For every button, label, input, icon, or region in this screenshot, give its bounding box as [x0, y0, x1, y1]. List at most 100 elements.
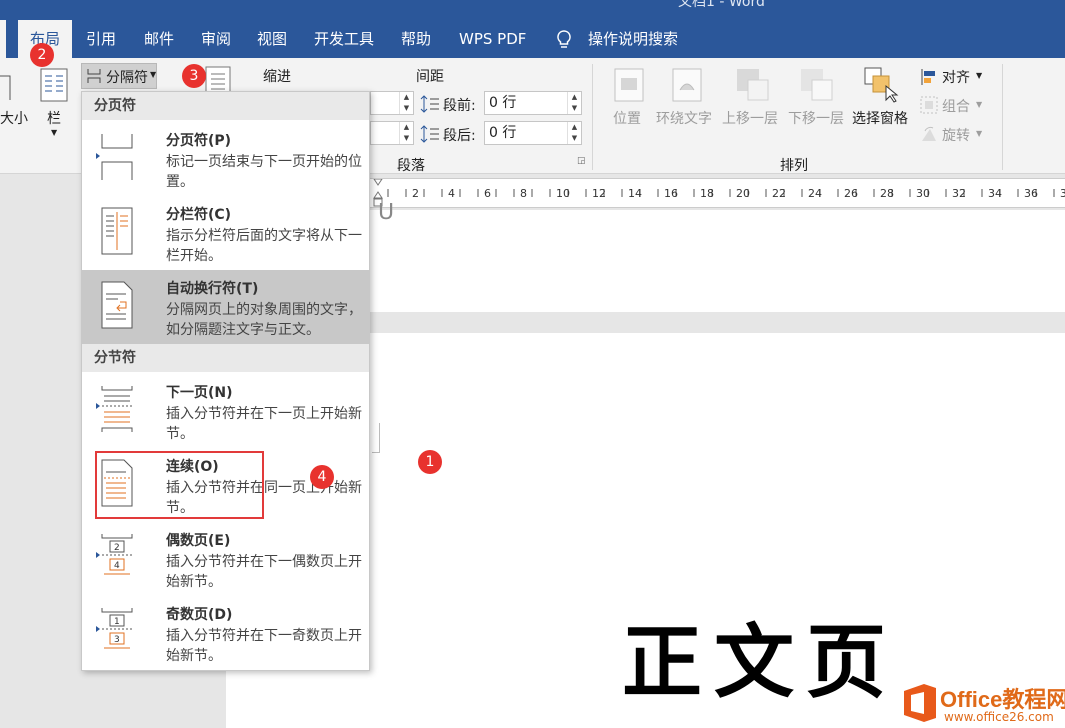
breaks-dropdown-menu: 分页符 分页符(P) 标记一页结束与下一页开始的位置。 分栏符(C) 指示分栏符… [81, 91, 370, 671]
odd-page-break-icon: 1 3 [96, 608, 133, 649]
menu-item-even-page[interactable]: 2 4 偶数页(E) 插入分节符并在下一偶数页上开始新节。 [82, 522, 369, 596]
arrange-group-label: 排列 [780, 158, 808, 174]
page-gap [370, 312, 1065, 333]
ruler-tick-label: 20 [736, 187, 750, 200]
step-badge-1: 1 [418, 450, 442, 474]
svg-text:2: 2 [114, 543, 120, 553]
breaks-icon [87, 69, 101, 83]
ruler-tick-label: 6 [484, 187, 491, 200]
tab-view[interactable]: 视图 [257, 20, 287, 58]
ruler-tick-label: 10 [556, 187, 570, 200]
menu-item-desc: 插入分节符并在下一页上开始新节。 [166, 406, 362, 442]
indent-label: 缩进 [263, 69, 291, 85]
breaks-button[interactable]: 分隔符 ▼ [81, 63, 157, 89]
menu-item-desc: 指示分栏符后面的文字将从下一栏开始。 [166, 228, 362, 264]
menu-item-title: 分页符(P) [166, 133, 232, 149]
group-label[interactable]: 组合 [942, 96, 970, 116]
tab-help[interactable]: 帮助 [401, 20, 431, 58]
step-badge-4: 4 [310, 465, 334, 489]
columns-dropdown-arrow[interactable]: ▼ [51, 128, 57, 137]
space-before-field[interactable]: 0 行 ▲ ▼ [484, 91, 582, 115]
bring-forward-icon[interactable] [736, 68, 770, 102]
paragraph-dialog-launcher-icon[interactable]: ◲ [577, 156, 586, 166]
page-breaks-header: 分页符 [82, 92, 369, 120]
align-icon[interactable] [920, 68, 938, 86]
ruler-tick-label: 14 [628, 187, 642, 200]
group-icon[interactable] [920, 96, 938, 114]
menu-item-odd-page[interactable]: 1 3 奇数页(D) 插入分节符并在下一奇数页上开始新节。 [82, 596, 369, 670]
text-wrapping-break-icon [101, 281, 133, 329]
rotate-icon[interactable] [920, 125, 938, 143]
group-separator [592, 64, 593, 170]
position-label[interactable]: 位置 [613, 108, 641, 128]
tab-developer[interactable]: 开发工具 [314, 20, 374, 58]
menu-item-desc: 标记一页结束与下一页开始的位置。 [166, 154, 362, 190]
columns-label[interactable]: 栏 [47, 108, 61, 128]
tab-partial[interactable] [0, 20, 6, 58]
rotate-dropdown-arrow[interactable]: ▼ [976, 129, 982, 138]
annotation-highlight-box [95, 451, 264, 519]
ruler-tick-label: 16 [664, 187, 678, 200]
text-fragment: ᑌ [378, 200, 395, 225]
wrap-text-icon[interactable] [672, 68, 702, 102]
tab-mailings[interactable]: 邮件 [144, 20, 174, 58]
align-label[interactable]: 对齐 [942, 67, 970, 87]
selection-pane-label[interactable]: 选择窗格 [852, 108, 908, 128]
menu-item-title: 下一页(N) [166, 385, 233, 401]
breaks-dropdown-arrow: ▼ [150, 70, 157, 79]
indent-right-field[interactable]: ▲ ▼ [370, 121, 414, 145]
svg-text:1: 1 [114, 617, 120, 627]
space-after-value: 0 行 [489, 125, 517, 141]
tab-references[interactable]: 引用 [86, 20, 116, 58]
menu-item-text-wrapping-break[interactable]: 自动换行符(T) 分隔网页上的对象周围的文字，如分隔题注文字与正文。 [82, 270, 369, 344]
orientation-icon[interactable] [0, 72, 14, 102]
tab-wps-pdf[interactable]: WPS PDF [459, 20, 526, 58]
ruler-tick-label: 38 [1060, 187, 1065, 200]
bring-forward-label[interactable]: 上移一层 [722, 108, 778, 128]
ruler-tick-label: 4 [448, 187, 455, 200]
ruler-tick-label: 30 [916, 187, 930, 200]
selection-pane-icon[interactable] [864, 66, 900, 104]
column-break-icon [101, 207, 133, 255]
ruler-tick-label: 32 [952, 187, 966, 200]
document-page-upper[interactable]: ᑌ [370, 200, 1065, 312]
space-before-icon [420, 95, 439, 113]
ribbon-tab-bar: 布局 引用 邮件 审阅 视图 开发工具 帮助 WPS PDF 操作说明搜索 [0, 20, 1065, 58]
indent-left-field[interactable]: ▲ ▼ [370, 91, 414, 115]
menu-item-page-break[interactable]: 分页符(P) 标记一页结束与下一页开始的位置。 [82, 122, 369, 196]
body-text[interactable]: 正文页 [622, 598, 898, 714]
space-after-label: 段后: [443, 128, 476, 144]
window-title: 文档1 - Word [678, 0, 765, 10]
title-bar: 文档1 - Word [0, 0, 1065, 20]
tell-me-search[interactable]: 操作说明搜索 [588, 20, 678, 58]
first-line-indent-marker-icon[interactable] [373, 179, 383, 186]
svg-text:3: 3 [114, 635, 120, 645]
align-dropdown-arrow[interactable]: ▼ [976, 71, 982, 80]
menu-item-title: 分栏符(C) [166, 207, 232, 223]
wrap-text-label[interactable]: 环绕文字 [656, 108, 712, 128]
step-badge-2: 2 [30, 43, 54, 67]
menu-item-column-break[interactable]: 分栏符(C) 指示分栏符后面的文字将从下一栏开始。 [82, 196, 369, 270]
ruler-tick-label: 26 [844, 187, 858, 200]
spacing-label: 间距 [416, 69, 444, 85]
watermark-url: www.office26.com [944, 710, 1054, 724]
horizontal-ruler[interactable]: 2468101214161820222426283032343638 [370, 178, 1065, 208]
rotate-label[interactable]: 旋转 [942, 125, 970, 145]
position-icon[interactable] [614, 68, 644, 102]
space-after-field[interactable]: 0 行 ▲ ▼ [484, 121, 582, 145]
size-label[interactable]: 大小 [0, 108, 28, 128]
space-before-value: 0 行 [489, 95, 517, 111]
ruler-tick-label: 2 [412, 187, 419, 200]
hanging-indent-marker-icon[interactable] [373, 191, 383, 199]
group-dropdown-arrow[interactable]: ▼ [976, 100, 982, 109]
even-page-break-icon: 2 4 [96, 534, 133, 575]
tab-review[interactable]: 审阅 [201, 20, 231, 58]
send-backward-icon[interactable] [800, 68, 834, 102]
paragraph-group-label: 段落 [397, 158, 425, 174]
ruler-tick-label: 8 [520, 187, 527, 200]
step-badge-3: 3 [182, 64, 206, 88]
columns-icon[interactable] [40, 68, 68, 102]
menu-item-next-page[interactable]: 下一页(N) 插入分节符并在下一页上开始新节。 [82, 374, 369, 448]
send-backward-label[interactable]: 下移一层 [788, 108, 844, 128]
office-logo-icon [904, 684, 936, 722]
